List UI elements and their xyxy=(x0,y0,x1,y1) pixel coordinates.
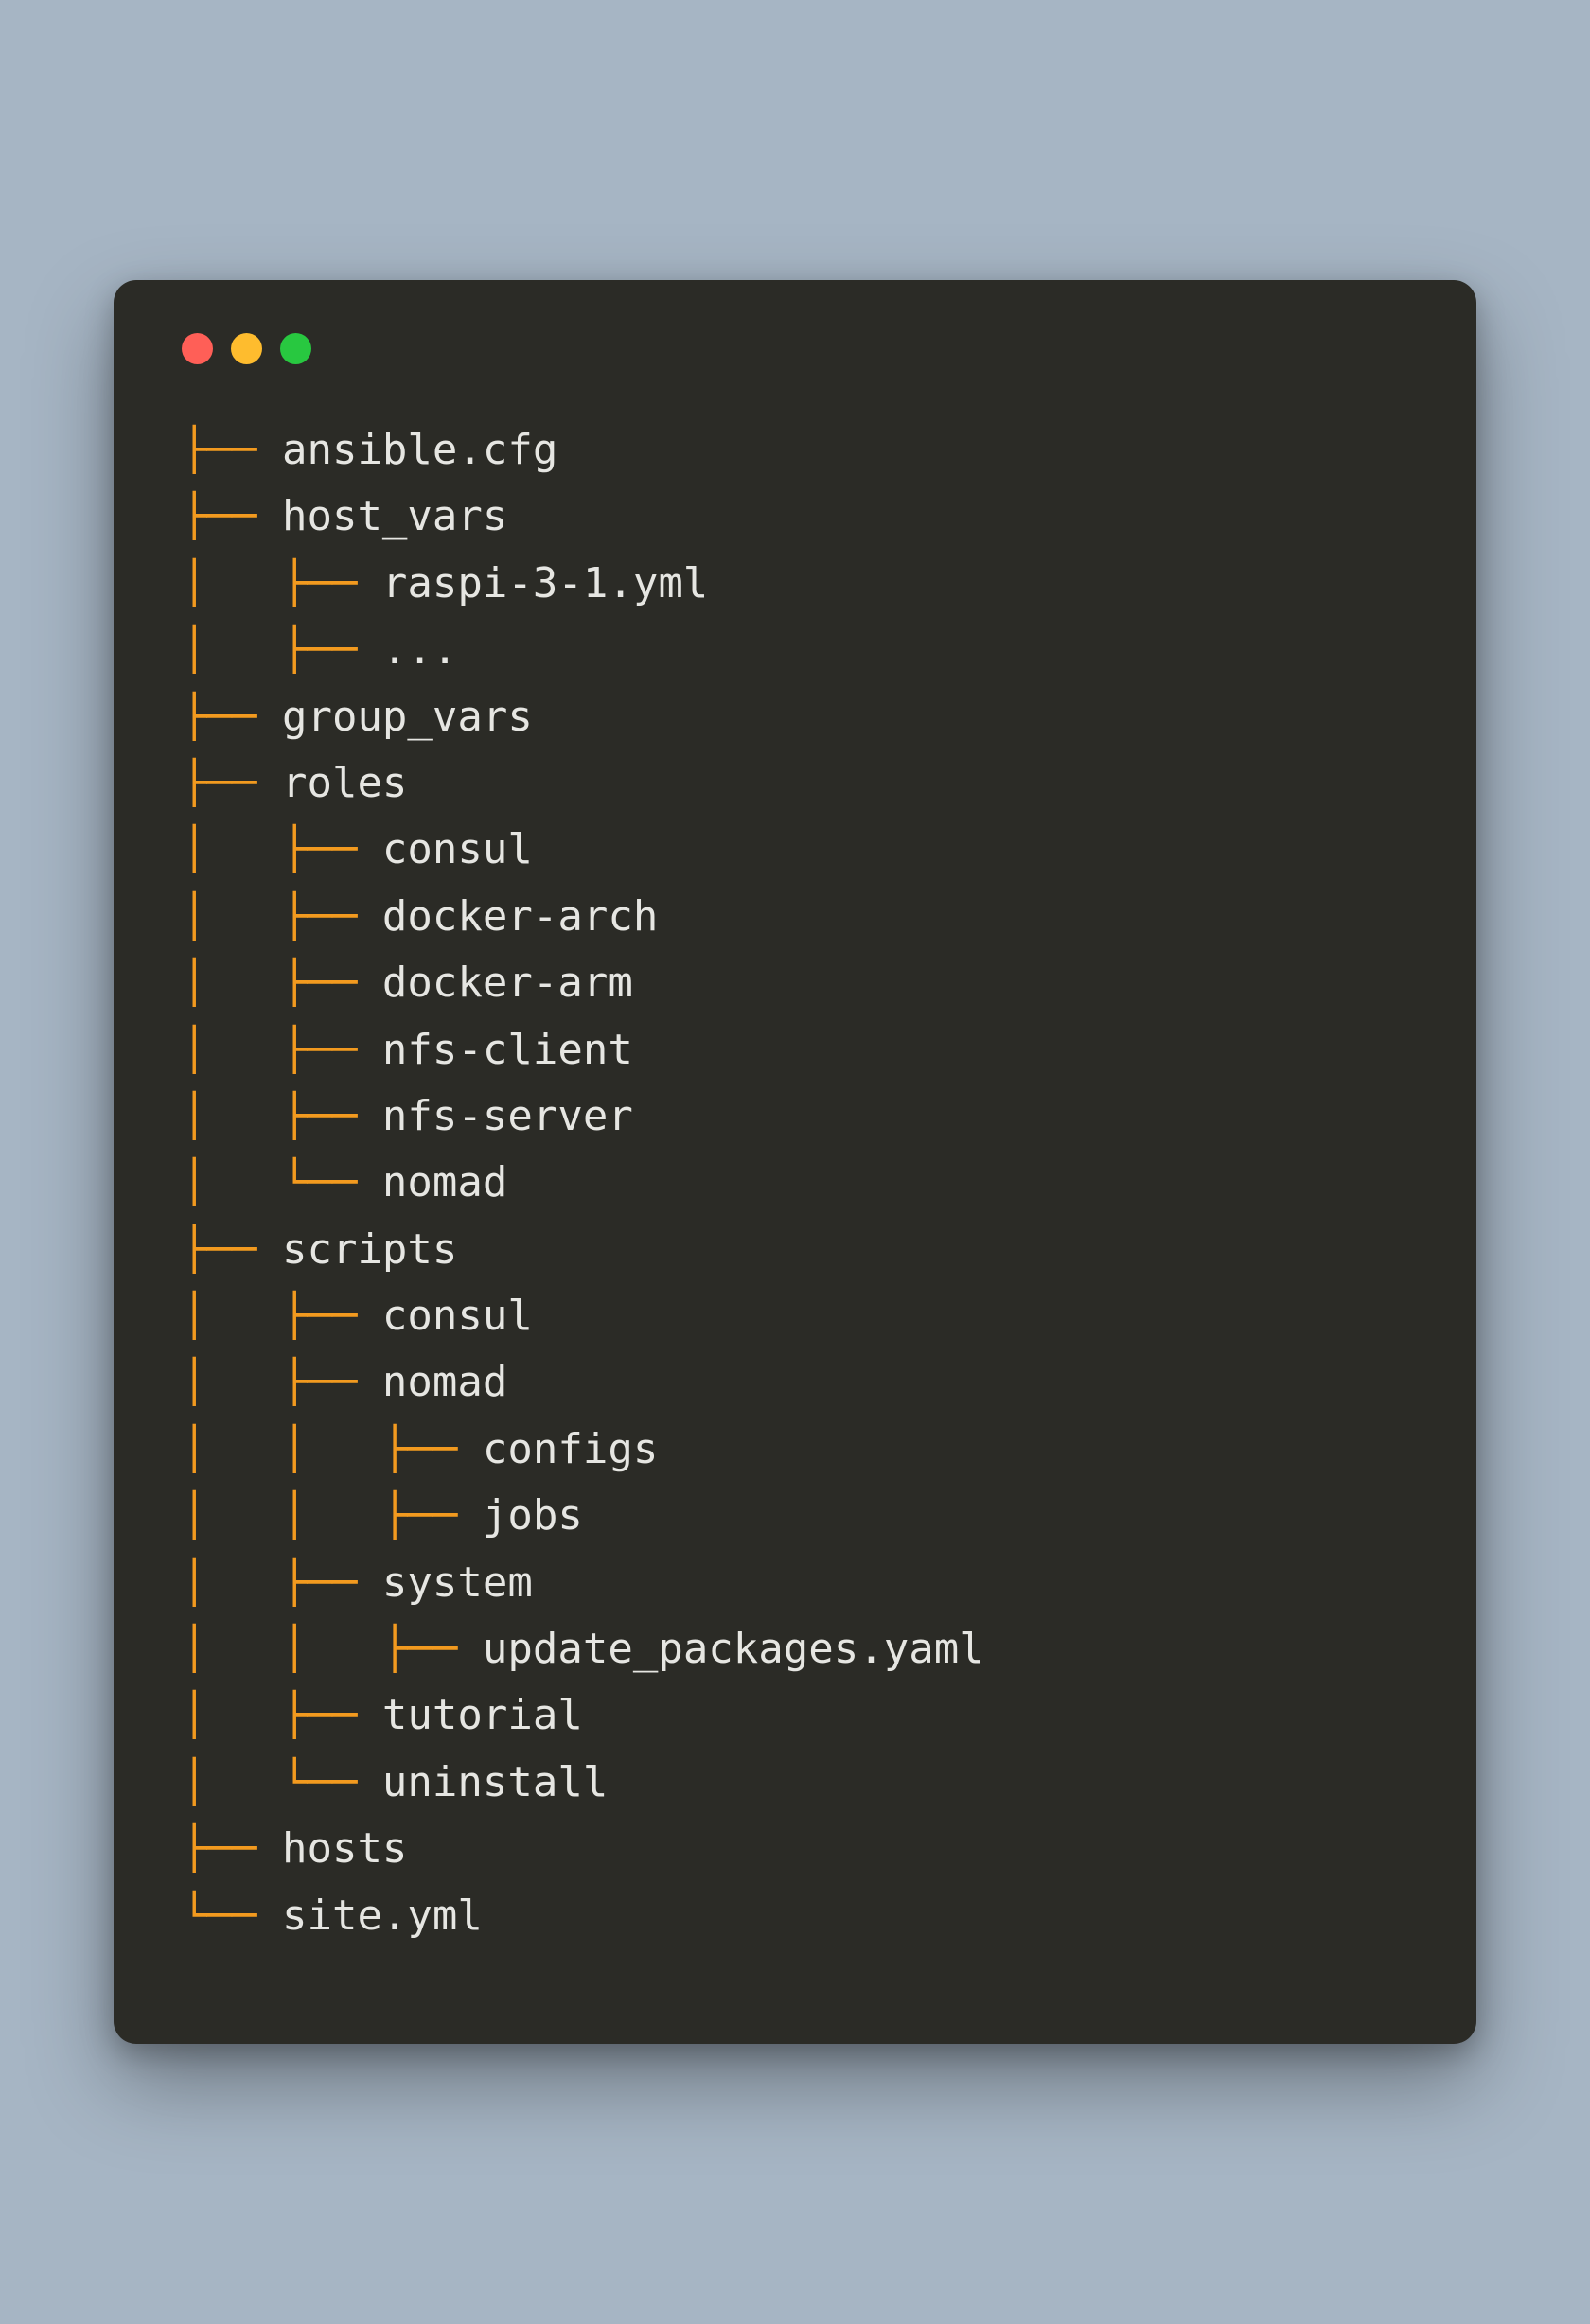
tree-node-name: roles xyxy=(282,759,407,807)
tree-branch: │ ├── xyxy=(182,1026,382,1074)
tree-branch: │ ├── xyxy=(182,892,382,941)
tree-line: │ ├── system xyxy=(182,1550,1408,1616)
minimize-icon[interactable] xyxy=(231,333,262,364)
tree-line: │ │ ├── update_packages.yaml xyxy=(182,1616,1408,1682)
tree-node-name: docker-arm xyxy=(382,959,633,1007)
tree-node-name: tutorial xyxy=(382,1691,583,1739)
tree-node-name: ansible.cfg xyxy=(282,426,557,474)
tree-node-name: system xyxy=(382,1558,533,1607)
tree-line: ├── group_vars xyxy=(182,684,1408,750)
window-titlebar xyxy=(182,333,1408,364)
tree-node-name: scripts xyxy=(282,1225,457,1274)
tree-branch: │ ├── xyxy=(182,959,382,1007)
tree-line: │ ├── docker-arch xyxy=(182,884,1408,950)
tree-node-name: nomad xyxy=(382,1358,507,1406)
tree-branch: ├── xyxy=(182,492,282,540)
tree-branch: │ ├── xyxy=(182,1558,382,1607)
tree-branch: ├── xyxy=(182,1824,282,1873)
tree-node-name: nomad xyxy=(382,1158,507,1206)
tree-branch: │ │ ├── xyxy=(182,1625,483,1673)
tree-branch: │ ├── xyxy=(182,1292,382,1340)
tree-branch: │ ├── xyxy=(182,1691,382,1739)
tree-node-name: docker-arch xyxy=(382,892,658,941)
tree-line: ├── host_vars xyxy=(182,484,1408,550)
close-icon[interactable] xyxy=(182,333,213,364)
tree-line: │ ├── raspi-3-1.yml xyxy=(182,551,1408,617)
tree-node-name: consul xyxy=(382,1292,533,1340)
tree-line: ├── scripts xyxy=(182,1217,1408,1283)
tree-branch: └── xyxy=(182,1892,282,1940)
tree-node-name: site.yml xyxy=(282,1892,483,1940)
tree-node-name: consul xyxy=(382,825,533,873)
tree-node-name: nfs-server xyxy=(382,1092,633,1140)
tree-branch: │ ├── xyxy=(182,625,382,674)
tree-branch: ├── xyxy=(182,426,282,474)
tree-node-name: group_vars xyxy=(282,693,533,741)
tree-output: ├── ansible.cfg├── host_vars│ ├── raspi-… xyxy=(182,417,1408,1949)
tree-branch: │ │ ├── xyxy=(182,1491,483,1540)
tree-branch: ├── xyxy=(182,693,282,741)
tree-node-name: ... xyxy=(382,625,457,674)
tree-line: │ ├── ... xyxy=(182,617,1408,683)
tree-branch: │ ├── xyxy=(182,1092,382,1140)
zoom-icon[interactable] xyxy=(280,333,311,364)
tree-line: │ ├── nfs-server xyxy=(182,1083,1408,1150)
tree-line: │ ├── nfs-client xyxy=(182,1017,1408,1083)
tree-branch: ├── xyxy=(182,759,282,807)
tree-line: │ ├── nomad xyxy=(182,1349,1408,1416)
tree-line: ├── ansible.cfg xyxy=(182,417,1408,484)
tree-node-name: configs xyxy=(483,1425,658,1473)
tree-line: └── site.yml xyxy=(182,1883,1408,1949)
tree-line: │ │ ├── configs xyxy=(182,1417,1408,1483)
tree-line: │ ├── consul xyxy=(182,1283,1408,1349)
tree-line: │ ├── docker-arm xyxy=(182,950,1408,1016)
tree-node-name: update_packages.yaml xyxy=(483,1625,984,1673)
tree-node-name: host_vars xyxy=(282,492,507,540)
tree-line: ├── hosts xyxy=(182,1816,1408,1882)
terminal-window: ├── ansible.cfg├── host_vars│ ├── raspi-… xyxy=(114,280,1476,2044)
tree-line: │ └── nomad xyxy=(182,1150,1408,1216)
tree-node-name: hosts xyxy=(282,1824,407,1873)
tree-line: │ ├── tutorial xyxy=(182,1682,1408,1749)
tree-node-name: jobs xyxy=(483,1491,583,1540)
tree-node-name: uninstall xyxy=(382,1758,608,1806)
tree-branch: │ └── xyxy=(182,1158,382,1206)
tree-line: │ │ ├── jobs xyxy=(182,1483,1408,1549)
tree-branch: │ └── xyxy=(182,1758,382,1806)
tree-line: ├── roles xyxy=(182,750,1408,817)
tree-node-name: nfs-client xyxy=(382,1026,633,1074)
tree-branch: │ ├── xyxy=(182,559,382,607)
tree-branch: │ │ ├── xyxy=(182,1425,483,1473)
tree-line: │ ├── consul xyxy=(182,817,1408,883)
tree-line: │ └── uninstall xyxy=(182,1750,1408,1816)
tree-branch: │ ├── xyxy=(182,825,382,873)
tree-branch: │ ├── xyxy=(182,1358,382,1406)
tree-branch: ├── xyxy=(182,1225,282,1274)
tree-node-name: raspi-3-1.yml xyxy=(382,559,708,607)
